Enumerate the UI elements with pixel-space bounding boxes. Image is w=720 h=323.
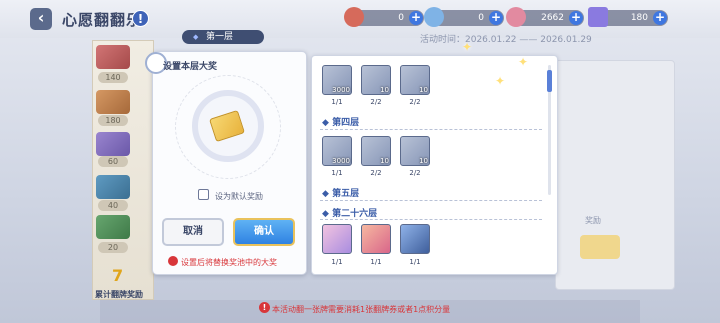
chest-count: 60 [98,156,128,167]
floor-section-text: 第五层 [332,189,360,199]
section-divider [320,200,542,201]
section-divider [320,219,542,220]
prize-item[interactable] [322,224,352,254]
sparkle-icon: ✦ [495,74,506,88]
chest-icon[interactable] [96,215,130,239]
floor-section-label: ◆ 第五层 [322,189,360,199]
prize-item[interactable]: 3000 [322,65,352,95]
floor-section-text: 第二十六层 [332,209,378,219]
item-count: 1/1 [331,98,343,106]
item-quantity: 3000 [332,157,350,165]
item-count: 1/1 [370,258,382,266]
page-title: 心愿翻翻乐 [62,11,143,29]
bottom-warning: 本活动翻一张牌需要消耗1张翻牌券或者1点积分量 [272,305,451,314]
prize-item[interactable]: 10 [400,65,430,95]
prize-item[interactable] [361,224,391,254]
resource-3-add-button[interactable]: + [569,11,583,25]
back-button[interactable]: ‹ [30,8,52,30]
scrollbar-thumb[interactable] [547,70,552,92]
resource-4-add-button[interactable]: + [653,11,667,25]
chest-count: 20 [98,242,128,253]
prize-item[interactable] [400,224,430,254]
chest-icon[interactable] [96,175,130,199]
floor-section-label: ◆ 第四层 [322,118,360,128]
floor-section-text: 第四层 [332,118,360,128]
resource-3-icon [506,7,526,27]
item-count: 2/2 [409,169,421,177]
resource-2-add-button[interactable]: + [489,11,503,25]
cancel-button[interactable]: 取消 [162,218,224,246]
resource-counter-2: 0 + [424,7,504,27]
prize-item[interactable]: 10 [361,136,391,166]
item-count: 2/2 [409,98,421,106]
help-icon[interactable]: ! [132,10,149,27]
resource-counter-3: 2662 + [506,7,584,27]
chest-count: 180 [98,115,128,126]
activity-time: 活动时间：2026.01.22 —— 2026.01.29 [420,35,592,45]
chest-count: 140 [98,72,128,83]
resource-3-value: 2662 [541,13,564,23]
chest-count: 40 [98,200,128,211]
warning-icon [168,256,178,266]
prize-item[interactable]: 10 [361,65,391,95]
background-panel-button [580,235,620,259]
item-count: 2/2 [370,169,382,177]
sparkle-icon: ✦ [462,40,473,54]
resource-2-value: 0 [478,13,484,23]
dialog-title: 设置本层大奖 [163,62,218,72]
sparkle-icon: ✦ [518,55,529,69]
cumulative-count: 7 [112,266,124,285]
confirm-button[interactable]: 确认 [233,218,295,246]
chest-icon[interactable] [96,45,130,69]
resource-4-icon [588,7,608,27]
dialog-warning: 设置后将替换奖池中的大奖 [181,258,277,267]
chest-icon[interactable] [96,132,130,156]
floor-section-label: ◆ 第二十六层 [322,209,378,219]
prize-item[interactable]: 10 [400,136,430,166]
prize-item[interactable]: 3000 [322,136,352,166]
resource-2-icon [424,7,444,27]
default-reward-label: 设为默认奖励 [215,192,263,201]
item-quantity: 10 [380,86,389,94]
background-panel-label: 奖励 [585,216,601,225]
item-count: 1/1 [409,258,421,266]
resource-1-icon [344,7,364,27]
resource-counter-1: 0 + [344,7,424,27]
resource-1-add-button[interactable]: + [409,11,423,25]
item-quantity: 10 [419,86,428,94]
item-count: 1/1 [331,258,343,266]
warning-icon: ! [259,302,270,313]
resource-counter-4: 180 + [588,7,668,27]
cumulative-reward-label[interactable]: 累计翻牌奖励 [95,289,143,300]
item-count: 1/1 [331,169,343,177]
resource-4-value: 180 [630,13,648,23]
floor-tab[interactable]: 第一层 [182,30,264,44]
item-quantity: 10 [380,157,389,165]
item-quantity: 3000 [332,86,350,94]
resource-1-value: 0 [398,13,404,23]
default-reward-checkbox[interactable] [198,189,209,200]
item-count: 2/2 [370,98,382,106]
section-divider [320,129,542,130]
chest-icon[interactable] [96,90,130,114]
item-quantity: 10 [419,157,428,165]
